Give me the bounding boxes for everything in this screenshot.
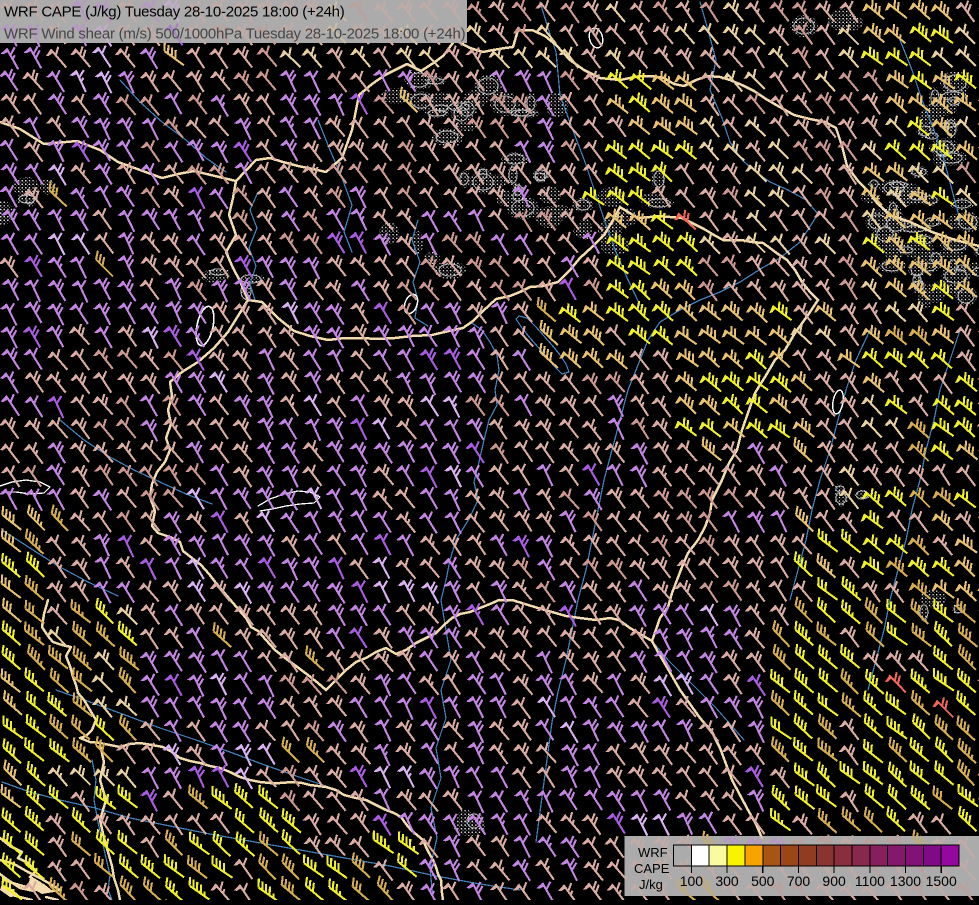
svg-text:J/kg: J/kg	[639, 877, 663, 892]
svg-text:300: 300	[715, 873, 739, 889]
svg-text:CAPE: CAPE	[634, 861, 670, 876]
svg-text:700: 700	[787, 873, 811, 889]
svg-text:WRF Wind shear (m/s) 500/1000h: WRF Wind shear (m/s) 500/1000hPa Tuesday…	[4, 26, 466, 43]
svg-text:900: 900	[822, 873, 846, 889]
svg-text:WRF: WRF	[638, 845, 668, 860]
svg-text:1100: 1100	[855, 873, 885, 889]
svg-text:100: 100	[680, 873, 704, 889]
svg-text:500: 500	[751, 873, 775, 889]
svg-text:1500: 1500	[926, 873, 957, 889]
svg-text:1300: 1300	[890, 873, 921, 889]
svg-text:WRF CAPE (J/kg) Tuesday 28-10-: WRF CAPE (J/kg) Tuesday 28-10-2025 18:00…	[4, 4, 345, 21]
